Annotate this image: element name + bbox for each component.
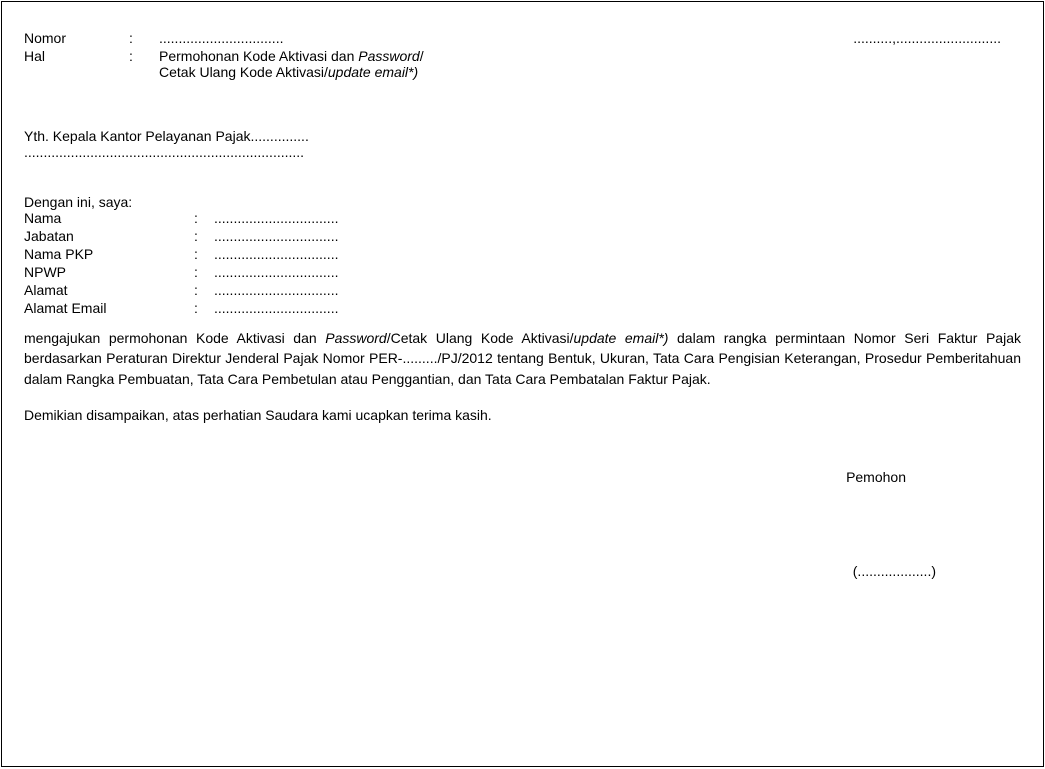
field-namapkp: Nama PKP : .............................… (24, 246, 1021, 262)
hal-line2: Cetak Ulang Kode Aktivasi/update email*) (159, 64, 1021, 80)
nomor-label: Nomor (24, 30, 129, 46)
jabatan-value: ................................ (214, 228, 338, 244)
signature-name-placeholder: (...................) (24, 563, 1021, 579)
signature-label: Pemohon (24, 469, 906, 485)
field-alamat: Alamat : ...............................… (24, 282, 1021, 298)
recipient-line1: Yth. Kepala Kantor Pelayanan Pajak......… (24, 128, 1021, 144)
alamat-value: ................................ (214, 282, 338, 298)
date-placeholder: ..........,........................... (761, 30, 1021, 46)
hal-content: Permohonan Kode Aktivasi dan Password/ C… (159, 48, 1021, 80)
nomor-row: Nomor : ................................… (24, 30, 1021, 46)
intro-text: Dengan ini, saya: (24, 194, 1021, 210)
field-nama: Nama : ................................ (24, 210, 1021, 226)
document-page: Nomor : ................................… (1, 1, 1044, 767)
closing-text: Demikian disampaikan, atas perhatian Sau… (24, 407, 1021, 423)
field-jabatan: Jabatan : ..............................… (24, 228, 1021, 244)
npwp-value: ................................ (214, 264, 338, 280)
hal-row: Hal : Permohonan Kode Aktivasi dan Passw… (24, 48, 1021, 80)
recipient-line2: ........................................… (24, 144, 1021, 160)
hal-label: Hal (24, 48, 129, 64)
body-paragraph: mengajukan permohonan Kode Aktivasi dan … (24, 328, 1021, 389)
field-npwp: NPWP : ................................ (24, 264, 1021, 280)
email-label: Alamat Email (24, 300, 194, 316)
namapkp-value: ................................ (214, 246, 338, 262)
colon: : (129, 30, 159, 46)
email-value: ................................ (214, 300, 338, 316)
namapkp-label: Nama PKP (24, 246, 194, 262)
nomor-value: ................................ (159, 30, 761, 46)
field-email: Alamat Email : .........................… (24, 300, 1021, 316)
alamat-label: Alamat (24, 282, 194, 298)
colon: : (129, 48, 159, 64)
signature-block: Pemohon (24, 469, 1021, 485)
npwp-label: NPWP (24, 264, 194, 280)
nama-label: Nama (24, 210, 194, 226)
nama-value: ................................ (214, 210, 338, 226)
hal-line1: Permohonan Kode Aktivasi dan Password/ (159, 48, 1021, 64)
jabatan-label: Jabatan (24, 228, 194, 244)
